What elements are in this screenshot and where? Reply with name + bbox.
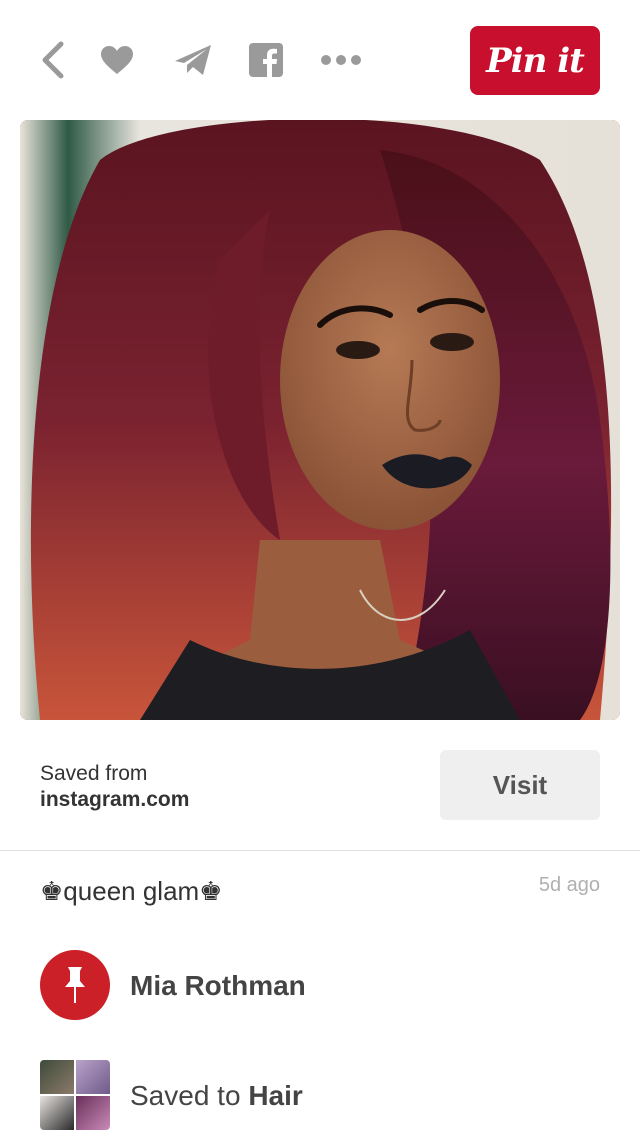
board-thumbnail[interactable] bbox=[40, 1060, 110, 1130]
board-thumb-3 bbox=[40, 1096, 74, 1130]
source-domain[interactable]: instagram.com bbox=[40, 788, 189, 812]
facebook-icon[interactable] bbox=[246, 38, 286, 82]
board-row[interactable]: Saved to Hair bbox=[40, 1060, 600, 1130]
pin-description: ♚queen glam♚ bbox=[40, 876, 223, 906]
back-icon[interactable] bbox=[30, 38, 74, 82]
pin-image[interactable] bbox=[20, 120, 620, 720]
pinner-row[interactable]: Mia Rothman bbox=[40, 950, 600, 1020]
source-section: Saved from instagram.com Visit bbox=[0, 720, 640, 850]
toolbar: Pin it bbox=[0, 0, 640, 120]
send-icon[interactable] bbox=[170, 38, 216, 82]
board-name[interactable]: Hair bbox=[248, 1080, 302, 1111]
board-thumb-4 bbox=[76, 1096, 110, 1130]
more-icon[interactable] bbox=[318, 38, 364, 82]
visit-button[interactable]: Visit bbox=[440, 750, 600, 820]
board-thumb-2 bbox=[76, 1060, 110, 1094]
heart-icon[interactable] bbox=[94, 38, 140, 82]
board-thumb-1 bbox=[40, 1060, 74, 1094]
divider bbox=[0, 850, 640, 851]
pin-timestamp: 5d ago bbox=[538, 874, 600, 896]
pushpin-icon bbox=[65, 967, 85, 1003]
avatar[interactable] bbox=[40, 950, 110, 1020]
pinner-name[interactable]: Mia Rothman bbox=[130, 970, 306, 1002]
board-prefix: Saved to bbox=[130, 1080, 249, 1111]
pin-it-button[interactable]: Pin it bbox=[470, 26, 600, 95]
board-label[interactable]: Saved to Hair bbox=[130, 1080, 303, 1112]
saved-from-label: Saved from bbox=[40, 762, 148, 785]
